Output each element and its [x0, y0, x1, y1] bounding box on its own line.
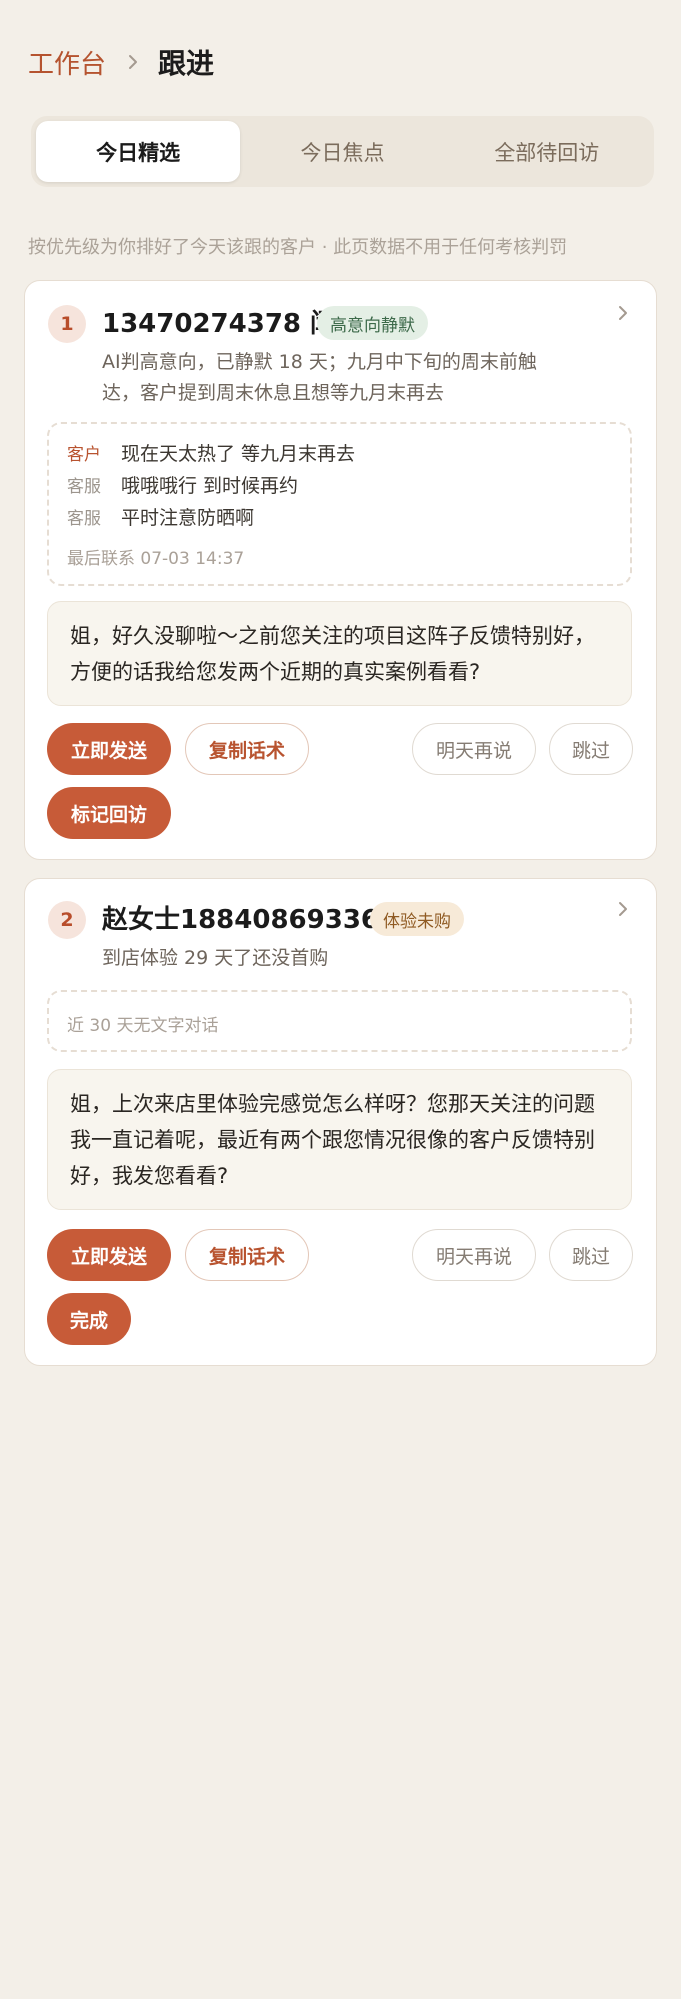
- conversation-preview: 近 30 天无文字对话: [47, 990, 632, 1052]
- remind-tomorrow-button[interactable]: 明天再说: [412, 723, 536, 775]
- reason-line: 达，客户提到周末休息且想等九月末再去: [102, 382, 445, 404]
- suggested-script: 姐，好久没聊啦～之前您关注的项目这阵子反馈特别好，方便的话我给您发两个近期的真实…: [47, 601, 632, 706]
- role-label: 客户: [67, 445, 101, 465]
- send-now-button[interactable]: 立即发送: [47, 1229, 171, 1281]
- chevron-right-icon[interactable]: [618, 305, 628, 325]
- customer-card[interactable]: 2 赵女士18840869336 体验未购 到店体验 29 天了还没首购 近 3…: [24, 878, 657, 1366]
- tab-all-pending[interactable]: 全部待回访: [445, 121, 649, 182]
- tab-bar: 今日精选 今日焦点 全部待回访: [31, 116, 654, 187]
- last-contact-time: 最后联系 07-03 14:37: [67, 549, 245, 569]
- reason-line: 到店体验 29 天了还没首购: [102, 947, 329, 969]
- status-badge: 高意向静默: [317, 306, 428, 340]
- mark-revisit-button[interactable]: 标记回访: [47, 787, 171, 839]
- conversation-preview: 客户 现在天太热了 等九月末再去 客服 哦哦哦行 到时候再约 客服 平时注意防晒…: [47, 422, 632, 586]
- rank-badge: 2: [48, 901, 86, 939]
- page-title: 跟进: [158, 47, 215, 80]
- priority-hint: 按优先级为你排好了今天该跟的客户 · 此页数据不用于任何考核判罚: [28, 237, 568, 258]
- customer-name: 赵女士18840869336: [102, 905, 379, 935]
- done-button[interactable]: 完成: [47, 1293, 131, 1345]
- copy-script-button[interactable]: 复制话术: [185, 723, 309, 775]
- skip-button[interactable]: 跳过: [549, 1229, 633, 1281]
- status-badge: 体验未购: [370, 902, 464, 936]
- copy-script-button[interactable]: 复制话术: [185, 1229, 309, 1281]
- rank-badge: 1: [48, 305, 86, 343]
- conversation-line: 客户 现在天太热了 等九月末再去: [67, 439, 355, 466]
- follow-up-page: 工作台 跟进 今日精选 今日焦点 全部待回访 按优先级为你排好了今天该跟的客户 …: [0, 0, 681, 1999]
- conversation-line: 客服 哦哦哦行 到时候再约: [67, 471, 298, 498]
- message-text: 哦哦哦行 到时候再约: [121, 475, 299, 497]
- follow-up-reason: 到店体验 29 天了还没首购: [102, 943, 328, 974]
- chevron-right-icon: [128, 54, 138, 70]
- chevron-right-icon[interactable]: [618, 901, 628, 921]
- role-label: 客服: [67, 509, 101, 529]
- reason-line: AI判高意向，已静默 18 天；九月中下旬的周末前触: [102, 351, 537, 373]
- breadcrumb-workbench-link[interactable]: 工作台: [28, 44, 106, 81]
- conversation-line: 客服 平时注意防晒啊: [67, 503, 254, 530]
- message-text: 现在天太热了 等九月末再去: [121, 443, 356, 465]
- tab-today-picks[interactable]: 今日精选: [36, 121, 241, 182]
- suggested-script: 姐，上次来店里体验完感觉怎么样呀？您那天关注的问题我一直记着呢，最近有两个跟您情…: [47, 1069, 632, 1210]
- remind-tomorrow-button[interactable]: 明天再说: [412, 1229, 536, 1281]
- send-now-button[interactable]: 立即发送: [47, 723, 171, 775]
- no-conversation-text: 近 30 天无文字对话: [67, 1016, 219, 1036]
- customer-card[interactable]: 1 13470274378 闫 高意向静默 AI判高意向，已静默 18 天；九月…: [24, 280, 657, 860]
- tab-today-focus[interactable]: 今日焦点: [240, 121, 444, 182]
- skip-button[interactable]: 跳过: [549, 723, 633, 775]
- follow-up-reason: AI判高意向，已静默 18 天；九月中下旬的周末前触 达，客户提到周末休息且想等…: [102, 347, 537, 409]
- breadcrumb: 工作台 跟进: [28, 40, 214, 84]
- role-label: 客服: [67, 477, 101, 497]
- message-text: 平时注意防晒啊: [121, 507, 255, 529]
- customer-name: 13470274378 闫: [102, 309, 337, 339]
